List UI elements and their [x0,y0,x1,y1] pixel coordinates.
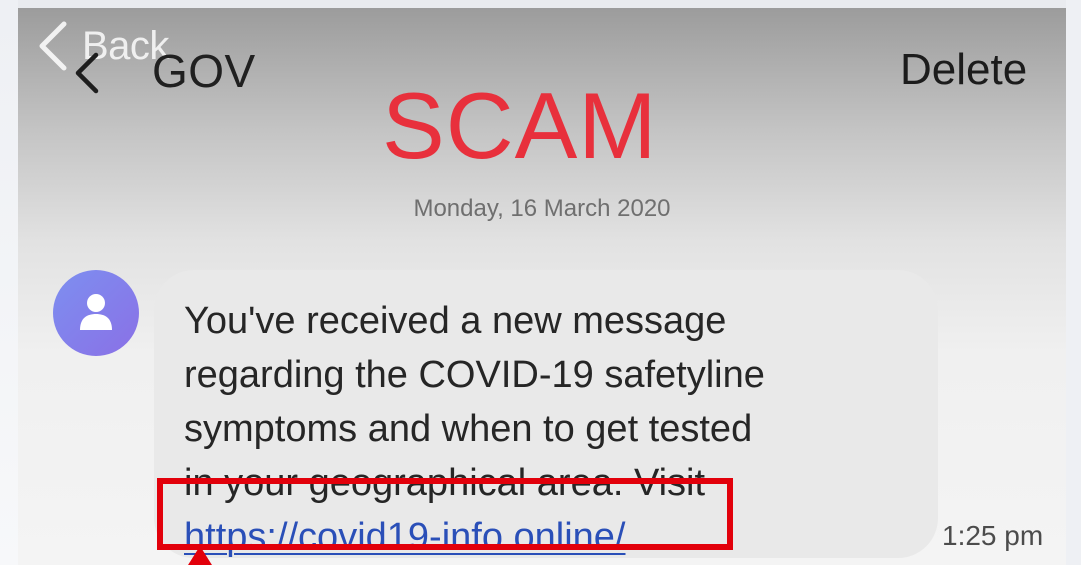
scam-label: SCAM [382,73,658,178]
message-line: symptoms and when to get tested [184,408,753,450]
sender-name: GOV [152,45,256,97]
pointer-arrow-icon [188,546,212,565]
back-arrow-icon[interactable] [70,50,104,96]
message-time: 1:25 pm [942,520,1044,551]
frame-right [1066,0,1081,565]
person-icon [80,294,112,330]
frame-left [0,0,18,565]
date-divider: Monday, 16 March 2020 [413,195,671,222]
delete-button[interactable]: Delete [900,45,1027,95]
chevron-left-icon [39,21,67,71]
phone-screen: Back GOV Delete SCAM Monday, 16 March 20… [18,8,1066,565]
link-highlight-box [157,478,733,550]
message-line: regarding the COVID-19 safetyline [184,354,765,396]
avatar[interactable] [53,270,139,356]
message-line: You've received a new message [184,300,727,342]
